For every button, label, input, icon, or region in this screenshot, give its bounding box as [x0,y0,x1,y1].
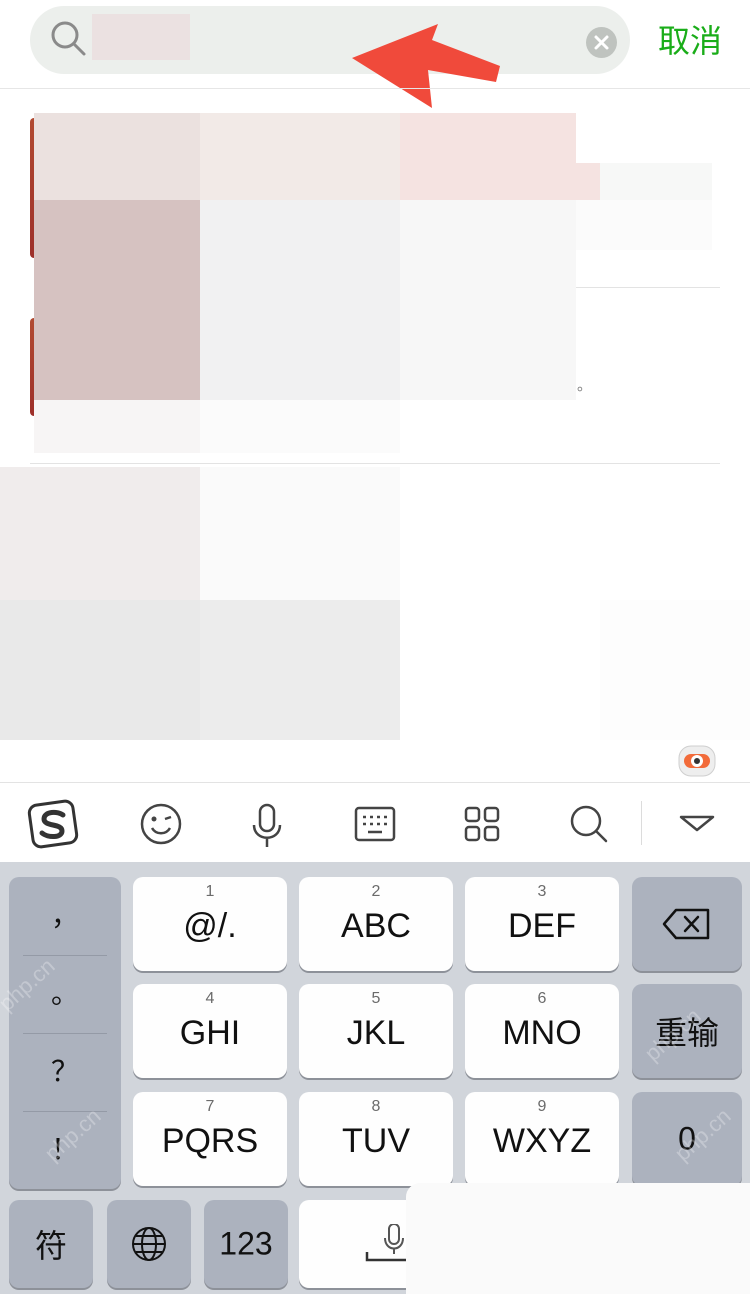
microphone-icon[interactable] [240,797,294,851]
blurred-content [200,467,400,600]
key-number: 1 [205,883,215,900]
punct-key-period[interactable]: 。 [9,955,121,1033]
key-number: 2 [371,883,381,900]
clear-icon[interactable] [586,27,617,58]
apps-grid-icon[interactable] [455,797,509,851]
blurred-content [0,467,200,600]
search-icon [51,21,86,56]
punct-key-comma[interactable]: ， [9,877,121,955]
key-label: 0 [678,1120,696,1157]
cancel-button[interactable]: 取消 [650,16,730,66]
punct-key-question[interactable]: ？ [9,1033,121,1111]
key-8[interactable]: 8 TUV [299,1092,453,1186]
space-mic-icon [365,1224,407,1262]
key-7[interactable]: 7 PQRS [133,1092,287,1186]
toolbar-divider [641,801,642,845]
blurred-content [0,600,200,740]
key-number: 8 [371,1098,381,1115]
blurred-content [600,600,750,740]
blurred-content [200,113,400,200]
blurred-content [34,200,200,400]
keyboard-icon[interactable] [348,797,402,851]
arrow-annotation [352,24,500,108]
backspace-key[interactable] [632,877,742,971]
key-label: 重输 [654,1015,719,1051]
key-label: DEF [508,907,576,945]
key-2[interactable]: 2 ABC [299,877,453,971]
key-label: MNO [502,1014,582,1052]
blurred-content [576,163,600,200]
backspace-icon [662,908,710,940]
key-label: GHI [179,1014,241,1052]
key-number: 9 [537,1098,547,1115]
key-3[interactable]: 3 DEF [465,877,619,971]
header-divider [0,88,750,89]
numeric-key[interactable]: 123 [204,1200,288,1288]
key-6[interactable]: 6 MNO [465,984,619,1078]
result-divider [576,287,720,288]
key-number: 6 [537,990,547,1007]
key-label: JKL [346,1014,406,1052]
key-1[interactable]: 1 @/. [133,877,287,971]
reinput-key[interactable]: 重输 [632,984,742,1078]
robot-icon[interactable] [676,740,718,780]
search-icon[interactable] [562,797,616,851]
blurred-content [400,200,576,400]
blurred-content [200,600,400,740]
key-4[interactable]: 4 GHI [133,984,287,1078]
search-query-text[interactable] [92,14,190,60]
globe-icon [132,1227,166,1261]
key-label: WXYZ [492,1122,592,1160]
blurred-content [34,113,200,200]
key-number: 7 [205,1098,215,1115]
key-label: 123 [219,1225,273,1262]
key-0[interactable]: 0 [632,1092,742,1186]
key-number: 4 [205,990,215,1007]
blurred-content [400,113,576,200]
result-divider [30,463,720,464]
blurred-content [200,400,400,453]
key-number: 5 [371,990,381,1007]
key-label: PQRS [161,1122,259,1160]
blurred-content [34,400,200,453]
blurred-content [200,200,400,400]
punct-key-exclamation[interactable]: ！ [9,1111,121,1189]
key-label: ABC [341,907,411,945]
globe-key[interactable] [107,1200,191,1288]
symbol-key[interactable]: 符 [9,1200,93,1288]
key-label: @/. [183,907,237,945]
result-text: 。 [577,377,593,394]
punctuation-column: ， 。 ？ ！ [9,877,121,1189]
sogou-logo-icon[interactable] [26,797,80,851]
ime-toolbar [0,782,750,862]
collapse-keyboard-icon[interactable] [670,797,724,851]
key-label: 符 [34,1228,67,1264]
key-label: TUV [342,1122,410,1160]
overlay-panel [406,1183,750,1294]
emoji-icon[interactable] [134,797,188,851]
blurred-content [576,200,712,250]
key-9[interactable]: 9 WXYZ [465,1092,619,1186]
key-number: 3 [537,883,547,900]
key-5[interactable]: 5 JKL [299,984,453,1078]
blurred-content [600,163,712,200]
